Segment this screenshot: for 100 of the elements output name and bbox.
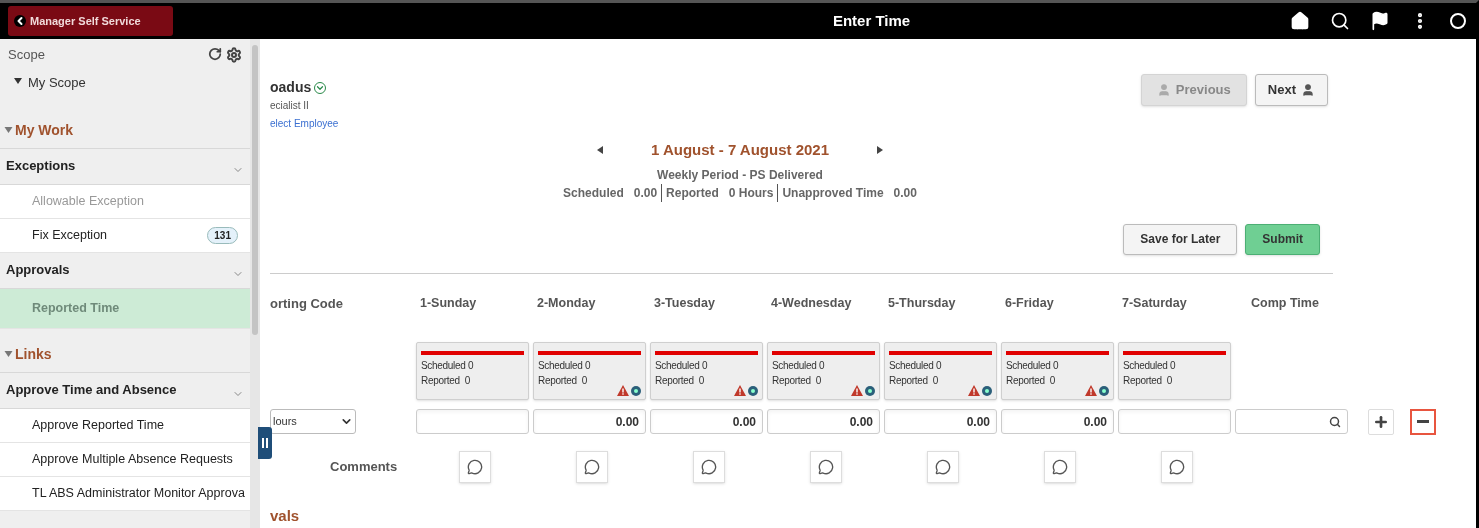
home-icon[interactable] xyxy=(1290,11,1310,31)
group-title[interactable]: Approvals xyxy=(6,260,70,280)
speech-bubble-icon xyxy=(1168,458,1185,475)
scheduled-text: Scheduled 0 xyxy=(1006,358,1060,373)
next-button[interactable]: Next xyxy=(1254,74,1328,106)
warning-icon xyxy=(968,384,980,396)
previous-week-icon[interactable] xyxy=(596,146,603,155)
hours-field[interactable] xyxy=(416,409,529,434)
reported-text: Reported 0 xyxy=(421,373,471,388)
search-icon[interactable] xyxy=(1330,11,1350,31)
employee-name: oadus xyxy=(270,78,312,97)
page-title: Enter Time xyxy=(832,10,911,31)
reported-text: Reported 0 xyxy=(889,373,939,388)
settings-icon[interactable] xyxy=(226,46,242,63)
caret-icon[interactable] xyxy=(4,351,13,357)
hours-field[interactable] xyxy=(1118,409,1231,434)
warning-icon xyxy=(1085,384,1097,396)
person-icon xyxy=(1301,83,1315,97)
speech-bubble-icon xyxy=(466,458,483,475)
count-badge: 131 xyxy=(207,226,238,244)
back-button[interactable]: Manager Self Service xyxy=(8,6,173,36)
submit-button[interactable]: Submit xyxy=(1245,223,1320,255)
reported-text: Reported 0 xyxy=(538,373,588,388)
group-title[interactable]: Exceptions xyxy=(6,156,76,176)
sidebar-item[interactable]: TL ABS Administrator Monitor Approva xyxy=(0,476,250,511)
collapse-handle[interactable] xyxy=(258,427,272,459)
code-select[interactable]: lours xyxy=(270,409,356,434)
scheduled-text: Scheduled 0 xyxy=(421,358,475,373)
scheduled-text: Scheduled 0 xyxy=(538,358,592,373)
hours-field[interactable]: 0.00 xyxy=(767,409,880,434)
speech-bubble-icon xyxy=(1051,458,1068,475)
flag-icon[interactable] xyxy=(1370,11,1390,31)
reported-text: Reported 0 xyxy=(772,373,822,388)
section-title[interactable]: Links xyxy=(15,343,52,365)
column-header: 4-Wednesday xyxy=(770,295,853,313)
minus-icon xyxy=(1417,420,1429,423)
section-title[interactable]: My Work xyxy=(15,119,74,141)
hours-field[interactable]: 0.00 xyxy=(884,409,997,434)
summary-label: Unapproved Time xyxy=(782,184,884,202)
comment-button[interactable] xyxy=(809,450,842,483)
warning-icon xyxy=(734,384,746,396)
refresh-icon[interactable] xyxy=(208,46,222,61)
column-header: Comp Time xyxy=(1250,295,1320,313)
speech-bubble-icon xyxy=(700,458,717,475)
speech-bubble-icon xyxy=(934,458,951,475)
person-icon xyxy=(1156,83,1171,97)
caret-icon xyxy=(14,77,22,84)
comment-button[interactable] xyxy=(1043,450,1076,483)
warning-icon xyxy=(851,384,863,396)
summary-label: Reported xyxy=(666,184,719,202)
column-header: orting Code xyxy=(270,294,344,313)
sidebar-item[interactable]: Fix Exception 131 xyxy=(0,218,250,253)
column-header: 7-Saturday xyxy=(1121,295,1188,313)
comments-label: Comments xyxy=(329,457,399,476)
period-subtitle: Weekly Period - PS Delivered xyxy=(657,166,823,184)
add-button[interactable] xyxy=(1368,408,1394,435)
column-header: 5-Thursday xyxy=(887,295,957,313)
column-header: 2-Monday xyxy=(536,295,597,313)
hours-field[interactable]: 0.00 xyxy=(1001,409,1114,434)
scheduled-text: Scheduled 0 xyxy=(889,358,943,373)
summary-value: 0.00 xyxy=(893,184,917,202)
caret-icon[interactable] xyxy=(4,127,13,133)
scrollbar[interactable] xyxy=(250,39,260,528)
remove-button[interactable] xyxy=(1410,408,1436,435)
scope-label: Scope xyxy=(8,46,45,64)
warning-icon xyxy=(617,384,629,396)
sidebar-item[interactable]: Approve Reported Time xyxy=(0,408,250,443)
comment-button[interactable] xyxy=(1160,450,1193,483)
summary-value: 0 Hours xyxy=(728,184,774,202)
group-title[interactable]: Approve Time and Absence xyxy=(6,380,177,400)
reported-text: Reported 0 xyxy=(1123,373,1173,388)
scheduled-text: Scheduled 0 xyxy=(1123,358,1177,373)
search-icon xyxy=(1329,415,1341,428)
hours-field[interactable]: 0.00 xyxy=(650,409,763,434)
sidebar-item[interactable]: Approve Multiple Absence Requests xyxy=(0,442,250,477)
column-header: 1-Sunday xyxy=(419,295,478,313)
hours-field[interactable]: 0.00 xyxy=(533,409,646,434)
speech-bubble-icon xyxy=(583,458,600,475)
comment-button[interactable] xyxy=(575,450,608,483)
comment-button[interactable] xyxy=(692,450,725,483)
scope-item[interactable]: My Scope xyxy=(28,72,86,92)
column-header: 6-Friday xyxy=(1004,295,1055,313)
comment-button[interactable] xyxy=(458,450,491,483)
employee-title: ecialist II xyxy=(270,99,310,113)
comp-time-field[interactable] xyxy=(1235,409,1348,434)
period-title: 1 August - 7 August 2021 xyxy=(650,140,830,160)
back-icon xyxy=(14,15,26,27)
comment-button[interactable] xyxy=(926,450,959,483)
select-employee-link[interactable]: elect Employee xyxy=(270,116,339,131)
save-button[interactable]: Save for Later xyxy=(1123,223,1238,255)
summary-value: 0.00 xyxy=(633,184,658,202)
speech-bubble-icon xyxy=(817,458,834,475)
scheduled-text: Scheduled 0 xyxy=(772,358,826,373)
next-week-icon[interactable] xyxy=(877,146,884,155)
scheduled-text: Scheduled 0 xyxy=(655,358,709,373)
summary-label: Scheduled xyxy=(563,184,624,202)
reported-text: Reported 0 xyxy=(655,373,705,388)
column-header: 3-Tuesday xyxy=(653,295,716,313)
plus-icon xyxy=(1373,413,1389,430)
section-title: vals xyxy=(270,505,301,526)
